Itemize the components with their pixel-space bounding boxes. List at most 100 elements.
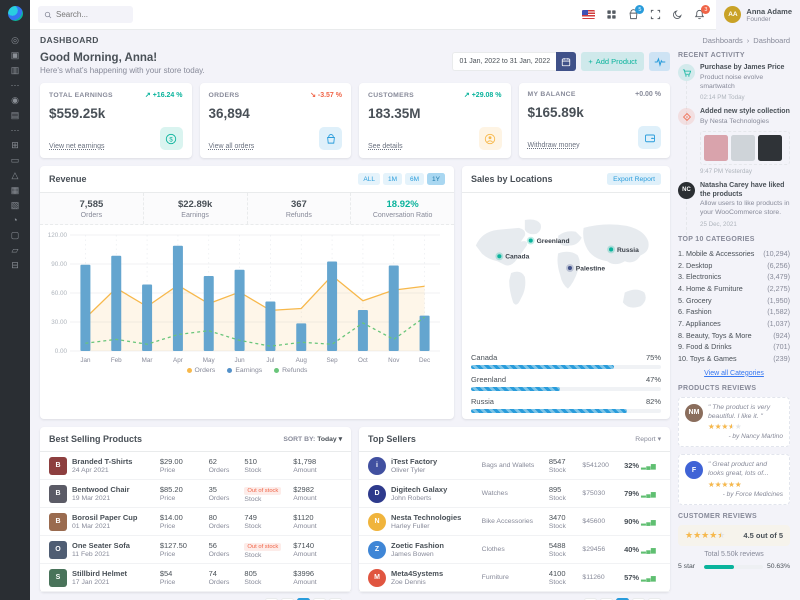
revenue-filter-1y[interactable]: 1Y (427, 173, 445, 185)
svg-text:Mar: Mar (142, 357, 153, 364)
page-title: DASHBOARD (40, 35, 99, 45)
seller-company: Digitech Galaxy (391, 485, 482, 494)
menu-dots-icon[interactable]: ⋯ (11, 78, 20, 93)
category-item[interactable]: 2. Desktop (6,256) (678, 260, 790, 272)
legend-item[interactable]: Refunds (274, 367, 307, 374)
forms-icon[interactable]: ▦ (11, 183, 20, 198)
activity-time: 02:14 PM Today (700, 94, 790, 101)
category-item[interactable]: 4. Home & Furniture (2,275) (678, 283, 790, 295)
fullscreen-icon[interactable] (650, 9, 661, 20)
authentication-icon[interactable]: ◉ (11, 93, 19, 108)
product-row[interactable]: B Bentwood Chair 19 Mar 2021 $85.20Price… (40, 480, 351, 508)
product-row[interactable]: S Stillbird Helmet 17 Jan 2021 $54Price … (40, 564, 351, 591)
top-sellers-table: i iTest Factory Oliver Tyler Bags and Wa… (359, 452, 670, 591)
stat-label: ORDERS (209, 92, 240, 99)
seller-percent: 57% ▂▄▆ (624, 573, 661, 582)
category-count: (3,479) (767, 271, 790, 283)
dark-mode-moon-icon[interactable] (672, 9, 683, 20)
charts-icon[interactable]: ◔ (12, 213, 17, 228)
category-item[interactable]: 5. Grocery (1,950) (678, 295, 790, 307)
language-flag-icon[interactable] (582, 10, 595, 19)
layouts-icon[interactable]: ▥ (11, 63, 20, 78)
stat-link[interactable]: View all orders (209, 143, 255, 150)
category-item[interactable]: 7. Appliances (1,037) (678, 318, 790, 330)
tables-icon[interactable]: ▧ (11, 198, 20, 213)
review-text: " Great product and looks great, lots of… (708, 461, 783, 479)
stat-link[interactable]: Withdraw money (528, 142, 580, 149)
app-logo-icon[interactable] (8, 6, 23, 21)
revenue-filter-1m[interactable]: 1M (383, 173, 402, 185)
report-dropdown[interactable]: Report ▾ (635, 435, 661, 443)
menu-dots-icon-2[interactable]: ⋯ (11, 123, 20, 138)
breadcrumb-parent[interactable]: Dashboards (702, 36, 742, 45)
user-menu[interactable]: AA Anna Adame Founder (716, 0, 800, 30)
legend-item[interactable]: Earnings (227, 367, 262, 374)
category-item[interactable]: 8. Beauty, Toys & More (924) (678, 330, 790, 342)
mini-chart-icon: ▂▄▆ (641, 520, 656, 526)
seller-category: Clothes (482, 546, 549, 553)
stat-card: TOTAL EARNINGS ↗ +16.24 % $559.25k View … (40, 83, 192, 158)
greeting-title: Good Morning, Anna! (40, 52, 205, 64)
legend-item[interactable]: Orders (187, 367, 216, 374)
stat-label: TOTAL EARNINGS (49, 92, 113, 99)
seller-row[interactable]: Z Zoetic Fashion James Bowen Clothes 548… (359, 536, 670, 564)
revenue-filter-all[interactable]: ALL (358, 173, 380, 185)
breadcrumb: Dashboards › Dashboard (702, 36, 790, 45)
search-box[interactable] (38, 6, 133, 23)
stat-percent: ↘ -3.57 % (310, 91, 342, 99)
seller-row[interactable]: N Nesta Technologies Harley Fuller Bike … (359, 508, 670, 536)
category-count: (6,256) (767, 260, 790, 272)
apps-icon[interactable]: ▣ (11, 48, 20, 63)
svg-text:0.00: 0.00 (55, 348, 68, 355)
product-row[interactable]: O One Seater Sofa 11 Feb 2021 $127.50Pri… (40, 536, 351, 564)
cart-icon[interactable]: 5 (628, 9, 639, 20)
base-ui-icon[interactable]: ⊞ (11, 138, 19, 153)
view-all-categories-link[interactable]: View all Categories (678, 370, 790, 377)
mini-chart-icon: ▂▄▆ (641, 548, 656, 554)
pages-icon[interactable]: ▤ (11, 108, 20, 123)
add-product-button[interactable]: + Add Product (581, 52, 644, 71)
stat-link[interactable]: See details (368, 143, 403, 150)
category-item[interactable]: 1. Mobile & Accessories (10,294) (678, 248, 790, 260)
category-item[interactable]: 9. Food & Drinks (701) (678, 341, 790, 353)
category-count: (239) (773, 353, 790, 365)
search-input[interactable] (56, 10, 126, 19)
seller-row[interactable]: M Meta4Systems Zoe Dennis Furniture 4100… (359, 564, 670, 591)
notifications-bell-icon[interactable]: 3 (694, 9, 705, 20)
export-report-button[interactable]: Export Report (607, 173, 661, 185)
seller-row[interactable]: i iTest Factory Oliver Tyler Bags and Wa… (359, 452, 670, 480)
seller-row[interactable]: D Digitech Galaxy John Roberts Watches 8… (359, 480, 670, 508)
stat-link[interactable]: View net earnings (49, 143, 105, 150)
top-categories-list: 1. Mobile & Accessories (10,294) 2. Desk… (678, 248, 790, 365)
world-map[interactable]: GreenlandCanadaRussiaPalestine (462, 193, 670, 345)
location-row: Greenland47% (471, 375, 661, 391)
revenue-title: Revenue (49, 174, 87, 184)
product-name: Branded T-Shirts (72, 457, 160, 466)
sort-by-dropdown[interactable]: Today ▾ (317, 436, 342, 443)
multilevel-icon[interactable]: ⊟ (11, 258, 19, 273)
svg-text:Jul: Jul (266, 357, 274, 364)
activity-pulse-button[interactable] (649, 52, 670, 71)
activity-time: 25 Dec, 2021 (700, 221, 790, 228)
category-item[interactable]: 6. Fashion (1,582) (678, 306, 790, 318)
apps-grid-icon[interactable] (606, 9, 617, 20)
dashboards-icon[interactable]: ◎ (11, 33, 19, 48)
icons-icon[interactable]: ▢ (11, 228, 20, 243)
category-item[interactable]: 10. Toys & Games (239) (678, 353, 790, 365)
activity-item: Added new style collection By Nesta Tech… (678, 108, 790, 175)
svg-text:Jan: Jan (80, 357, 91, 364)
out-of-stock-badge: Out of stock (244, 543, 281, 551)
revenue-filter-6m[interactable]: 6M (405, 173, 424, 185)
stock-value: 805 (244, 569, 293, 578)
activity-images (700, 131, 790, 165)
widgets-icon[interactable]: △ (12, 168, 19, 183)
stock-value: 510 (244, 457, 293, 466)
stock-value: 749 (244, 513, 293, 522)
product-row[interactable]: B Borosil Paper Cup 01 Mar 2021 $14.00Pr… (40, 508, 351, 536)
maps-icon[interactable]: ▱ (12, 243, 19, 258)
date-range-input[interactable] (452, 52, 556, 71)
advance-ui-icon[interactable]: ▭ (11, 153, 20, 168)
category-item[interactable]: 3. Electronics (3,479) (678, 271, 790, 283)
product-row[interactable]: B Branded T-Shirts 24 Apr 2021 $29.00Pri… (40, 452, 351, 480)
calendar-button[interactable] (556, 52, 576, 71)
